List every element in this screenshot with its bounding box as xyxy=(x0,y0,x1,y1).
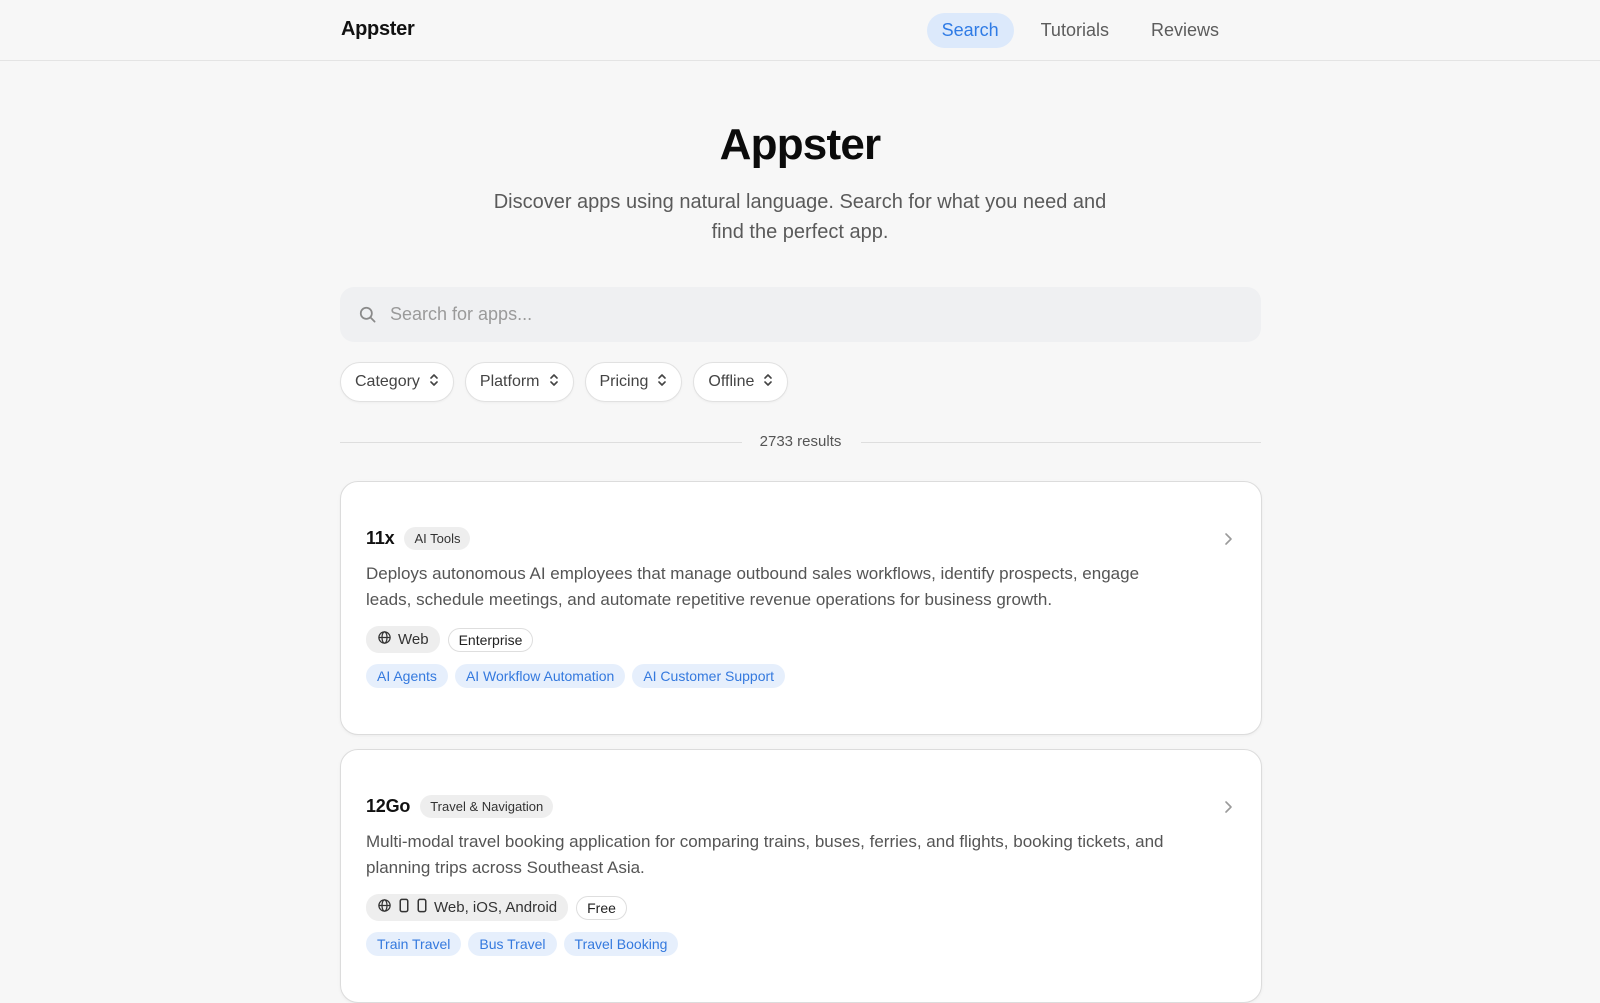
phone-icon xyxy=(416,898,428,917)
pricing-badge: Free xyxy=(576,895,627,920)
tag[interactable]: Bus Travel xyxy=(468,932,557,956)
chevron-updown-icon xyxy=(657,372,667,393)
tag[interactable]: AI Workflow Automation xyxy=(454,664,626,688)
tag[interactable]: Travel Booking xyxy=(563,932,679,956)
globe-icon xyxy=(377,630,392,649)
app-name: 11x xyxy=(366,528,395,548)
search-input[interactable] xyxy=(390,287,1240,342)
chevron-right-icon[interactable] xyxy=(1224,532,1233,551)
tag[interactable]: AI Customer Support xyxy=(632,664,786,688)
chevron-right-icon[interactable] xyxy=(1224,800,1233,819)
app-name: 12Go xyxy=(366,796,411,816)
app-meta: Web, iOS, Android Free xyxy=(366,894,627,921)
brand-logo[interactable]: Appster xyxy=(341,18,415,41)
page-title: Appster xyxy=(719,120,881,169)
app-description: Deploys autonomous AI employees that man… xyxy=(366,564,1140,609)
app-tags: AI Agents AI Workflow Automation AI Cust… xyxy=(366,664,786,688)
results-count: 2733 results xyxy=(759,433,842,450)
app-card[interactable]: 12Go Travel & Navigation Multi-modal tra… xyxy=(340,749,1262,1003)
chevron-updown-icon xyxy=(429,372,439,393)
platform-text: Web, iOS, Android xyxy=(434,899,558,916)
filter-label: Pricing xyxy=(599,373,649,390)
globe-icon xyxy=(377,898,392,917)
platform-text: Web xyxy=(398,631,429,648)
nav-links: Search Tutorials Reviews xyxy=(926,13,1234,48)
top-navigation: Appster Search Tutorials Reviews xyxy=(0,0,1600,61)
results-divider: 2733 results xyxy=(340,432,1261,452)
filter-pricing[interactable]: Pricing xyxy=(584,362,683,402)
app-meta: Web Enterprise xyxy=(366,626,534,653)
nav-link-reviews[interactable]: Reviews xyxy=(1136,13,1234,48)
filter-bar: Category Platform Pricing Offline xyxy=(340,362,789,402)
filter-label: Category xyxy=(355,373,420,390)
app-card[interactable]: 11x AI Tools Deploys autonomous AI emplo… xyxy=(340,481,1262,735)
page-subtitle: Discover apps using natural language. Se… xyxy=(493,191,1107,243)
chevron-updown-icon xyxy=(549,372,559,393)
platform-badge: Web, iOS, Android xyxy=(366,894,569,921)
app-description: Multi-modal travel booking application f… xyxy=(366,832,1164,877)
filter-label: Platform xyxy=(479,373,540,390)
search-icon xyxy=(358,305,377,329)
category-badge: AI Tools xyxy=(404,527,471,550)
filter-category[interactable]: Category xyxy=(340,362,454,402)
app-tags: Train Travel Bus Travel Travel Booking xyxy=(366,932,679,956)
nav-link-tutorials[interactable]: Tutorials xyxy=(1026,13,1124,48)
search-box xyxy=(340,287,1261,342)
nav-link-search[interactable]: Search xyxy=(926,13,1014,48)
filter-label: Offline xyxy=(708,373,755,390)
filter-offline[interactable]: Offline xyxy=(693,362,789,402)
app-card-header: 11x AI Tools xyxy=(366,527,471,550)
pricing-badge: Enterprise xyxy=(447,627,534,652)
filter-platform[interactable]: Platform xyxy=(464,362,574,402)
category-badge: Travel & Navigation xyxy=(420,795,554,818)
tag[interactable]: Train Travel xyxy=(366,932,462,956)
chevron-updown-icon xyxy=(763,372,773,393)
platform-badge: Web xyxy=(366,626,440,653)
tag[interactable]: AI Agents xyxy=(366,664,448,688)
app-card-header: 12Go Travel & Navigation xyxy=(366,795,554,818)
phone-icon xyxy=(398,898,410,917)
